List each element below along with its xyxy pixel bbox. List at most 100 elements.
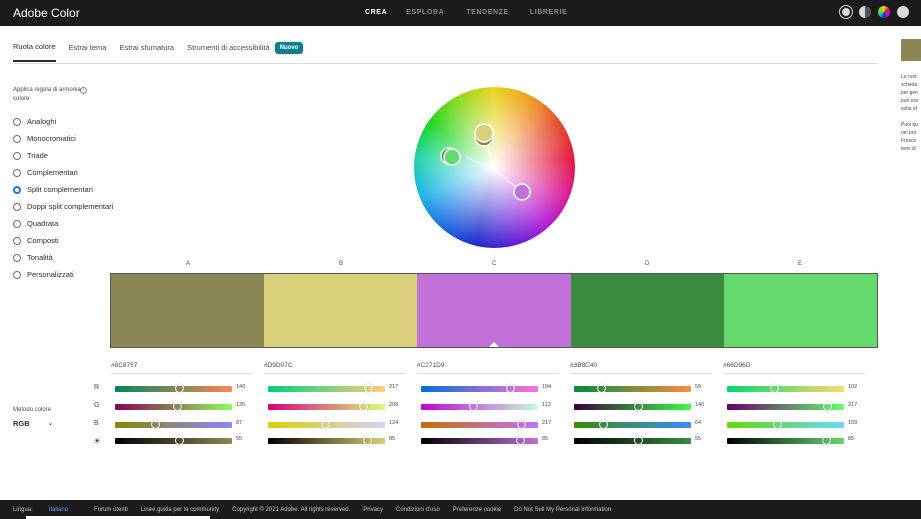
footer-link-terms[interactable]: Condizioni d'uso	[396, 507, 440, 513]
hex-field-a[interactable]: #8C8757	[111, 362, 253, 374]
topnav-librerie[interactable]: LIBRERIE	[530, 9, 567, 16]
slider-value-g[interactable]: 113	[542, 402, 551, 408]
footer-link-guidelines[interactable]: Linee guida per la community	[141, 507, 219, 513]
slider-knob[interactable]	[359, 402, 369, 411]
slider-value-b[interactable]: 64	[695, 420, 701, 426]
slider-b-e[interactable]	[727, 420, 844, 429]
slider-knob[interactable]	[320, 420, 330, 429]
slider-knob[interactable]	[822, 402, 832, 411]
slider-value-r[interactable]: 194	[542, 384, 551, 390]
slider-knob[interactable]	[597, 384, 607, 393]
rule-composti[interactable]: Composti	[13, 232, 113, 249]
slider-knob[interactable]	[769, 384, 779, 393]
info-icon[interactable]: i	[80, 87, 87, 94]
handle-e[interactable]	[443, 148, 461, 166]
swatch-a[interactable]	[111, 274, 265, 347]
slider-knob[interactable]	[516, 436, 526, 445]
hex-field-b[interactable]: #D9D07C	[264, 362, 406, 374]
slider-bright-a[interactable]	[115, 436, 232, 445]
slider-value-b[interactable]: 124	[389, 420, 398, 426]
slider-g-d[interactable]	[574, 402, 691, 411]
swatch-e[interactable]	[723, 274, 878, 347]
slider-knob[interactable]	[172, 402, 182, 411]
slider-knob[interactable]	[175, 436, 185, 445]
footer-link-cookies[interactable]: Preferenze cookie	[453, 507, 501, 513]
accessibility-icon[interactable]	[840, 6, 852, 18]
slider-knob[interactable]	[634, 402, 644, 411]
tab-estrai-sfumatura[interactable]: Estrai sfumatura	[119, 43, 174, 61]
topnav-esplora[interactable]: ESPLORA	[406, 9, 444, 16]
rule-tonalita[interactable]: Tonalità	[13, 249, 113, 266]
slider-value-r[interactable]: 217	[389, 384, 398, 390]
hex-field-d[interactable]: #3B8C40	[570, 362, 712, 374]
handle-c[interactable]	[513, 183, 531, 201]
slider-g-a[interactable]	[115, 402, 232, 411]
slider-value-g[interactable]: 208	[389, 402, 398, 408]
slider-r-e[interactable]	[727, 384, 844, 393]
tab-estrai-tema[interactable]: Estrai tema	[69, 43, 107, 61]
slider-value-b[interactable]: 87	[236, 420, 242, 426]
slider-knob[interactable]	[506, 384, 515, 393]
slider-knob[interactable]	[468, 402, 478, 411]
slider-knob[interactable]	[599, 420, 609, 429]
slider-value-bright[interactable]: 55	[695, 436, 701, 442]
slider-value-r[interactable]: 59	[695, 384, 701, 390]
slider-bright-b[interactable]	[268, 436, 385, 445]
slider-value-g[interactable]: 140	[695, 402, 704, 408]
slider-knob[interactable]	[175, 384, 185, 393]
slider-value-bright[interactable]: 85	[848, 436, 854, 442]
slider-value-bright[interactable]: 85	[389, 436, 395, 442]
footer-link-dnsmpi[interactable]: Do Not Sell My Personal Information	[514, 507, 611, 513]
slider-r-d[interactable]	[574, 384, 691, 393]
slider-bright-c[interactable]	[421, 436, 538, 445]
profile-icon[interactable]	[897, 6, 909, 18]
slider-b-a[interactable]	[115, 420, 232, 429]
slider-b-c[interactable]	[421, 420, 538, 429]
swatch-b[interactable]	[264, 274, 418, 347]
slider-value-bright[interactable]: 55	[236, 436, 242, 442]
slider-r-c[interactable]	[421, 384, 538, 393]
language-selector[interactable]: Lingua: Italiano	[13, 507, 81, 513]
color-wheel-icon[interactable]	[878, 6, 890, 18]
rule-triade[interactable]: Triade	[13, 147, 113, 164]
tab-ruota-colore[interactable]: Ruota colore	[13, 42, 56, 62]
rule-doppi-split[interactable]: Doppi split complementari	[13, 198, 113, 215]
slider-r-b[interactable]	[268, 384, 385, 393]
slider-value-r[interactable]: 102	[848, 384, 857, 390]
slider-knob[interactable]	[363, 384, 373, 393]
handle-b[interactable]	[474, 123, 494, 143]
slider-knob[interactable]	[773, 420, 782, 429]
rule-split-complementari[interactable]: Split complementari	[13, 181, 113, 198]
footer-link-forum[interactable]: Forum utenti	[94, 507, 128, 513]
rule-analoghi[interactable]: Analoghi	[13, 113, 113, 130]
rule-personalizzati[interactable]: Personalizzati	[13, 266, 113, 283]
slider-knob[interactable]	[822, 436, 832, 445]
slider-g-b[interactable]	[268, 402, 385, 411]
swatch-c[interactable]	[417, 274, 571, 347]
slider-b-d[interactable]	[574, 420, 691, 429]
tab-strumenti-accessibilita[interactable]: Strumenti di accessibilità	[187, 43, 270, 61]
rule-monocromatici[interactable]: Monocromatici	[13, 130, 113, 147]
swatch-d[interactable]	[570, 274, 724, 347]
slider-knob[interactable]	[150, 420, 160, 429]
slider-bright-d[interactable]	[574, 436, 691, 445]
slider-r-a[interactable]	[115, 384, 232, 393]
slider-knob[interactable]	[516, 420, 526, 429]
slider-value-b[interactable]: 109	[848, 420, 857, 426]
slider-g-c[interactable]	[421, 402, 538, 411]
color-method-select[interactable]: RGB ⌄	[13, 419, 54, 428]
rule-complementari[interactable]: Complementari	[13, 164, 113, 181]
topnav-tendenze[interactable]: TENDENZE	[466, 9, 509, 16]
hex-field-c[interactable]: #C271D9	[417, 362, 559, 374]
hex-field-e[interactable]: #66D96D	[723, 362, 865, 374]
slider-g-e[interactable]	[727, 402, 844, 411]
topnav-crea[interactable]: CREA	[365, 9, 387, 16]
app-title[interactable]: Adobe Color	[13, 6, 80, 20]
theme-toggle-icon[interactable]	[859, 6, 871, 18]
footer-link-privacy[interactable]: Privacy	[363, 507, 383, 513]
slider-value-b[interactable]: 217	[542, 420, 551, 426]
slider-value-bright[interactable]: 85	[542, 436, 548, 442]
slider-knob[interactable]	[363, 436, 373, 445]
slider-bright-e[interactable]	[727, 436, 844, 445]
slider-value-g[interactable]: 217	[848, 402, 857, 408]
